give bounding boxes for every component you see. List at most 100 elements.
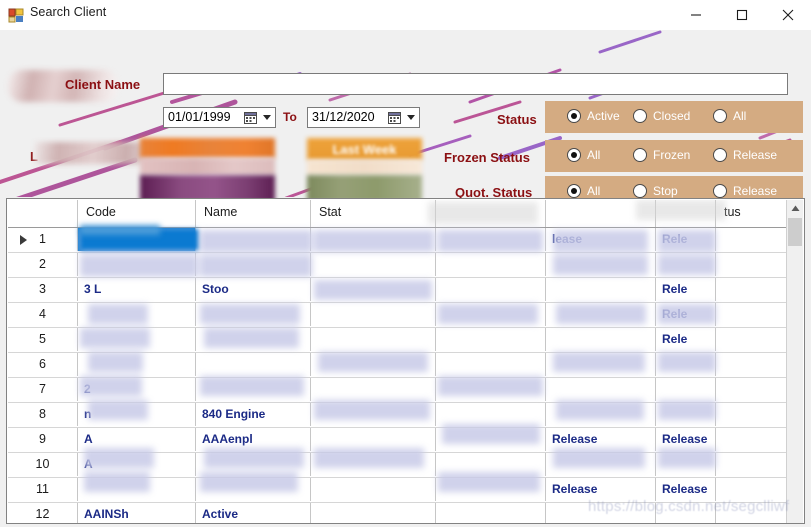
minimize-button[interactable] xyxy=(673,0,719,30)
cell-col7[interactable] xyxy=(716,303,788,326)
table-row[interactable]: 9 A AAAenpl Release Release xyxy=(8,428,788,453)
status-radio-active[interactable]: Active xyxy=(567,109,620,123)
grid-header-status[interactable]: Stat xyxy=(311,200,436,227)
cell-name[interactable] xyxy=(196,478,311,501)
cell-code[interactable] xyxy=(78,303,196,326)
row-number-cell[interactable]: 6 xyxy=(8,353,78,376)
date-to-picker[interactable]: 31/12/2020 xyxy=(307,107,420,128)
cell-frozen-status[interactable] xyxy=(546,353,656,376)
cell-frozen-status[interactable] xyxy=(546,278,656,301)
date-from-picker[interactable]: 01/01/1999 xyxy=(163,107,276,128)
cell-status[interactable] xyxy=(311,503,436,523)
quot-status-radio-stop[interactable]: Stop xyxy=(633,184,678,198)
cell-col4[interactable] xyxy=(436,253,546,276)
quot-status-radio-release[interactable]: Release xyxy=(713,184,777,198)
cell-name[interactable]: Stoo xyxy=(196,278,311,301)
cell-col7[interactable] xyxy=(716,378,788,401)
cell-col7[interactable] xyxy=(716,253,788,276)
table-row[interactable]: 8 n 840 Engine xyxy=(8,403,788,428)
cell-col4[interactable] xyxy=(436,353,546,376)
chevron-down-icon[interactable] xyxy=(407,115,415,120)
cell-frozen-status[interactable] xyxy=(546,303,656,326)
cell-name[interactable] xyxy=(196,453,311,476)
cell-quot-status[interactable]: Rele xyxy=(656,228,716,251)
cell-status[interactable] xyxy=(311,253,436,276)
cell-code[interactable]: A xyxy=(78,453,196,476)
maximize-button[interactable] xyxy=(719,0,765,30)
chevron-down-icon[interactable] xyxy=(263,115,271,120)
cell-col4[interactable] xyxy=(436,503,546,523)
redacted-button-pink[interactable] xyxy=(140,158,275,175)
cell-col4[interactable] xyxy=(436,328,546,351)
cell-col4[interactable] xyxy=(436,453,546,476)
cell-quot-status[interactable]: Rele xyxy=(656,278,716,301)
client-name-input[interactable] xyxy=(163,73,788,95)
cell-name[interactable]: Active xyxy=(196,503,311,523)
grid-header-rownum[interactable] xyxy=(8,200,78,227)
grid-header-col6[interactable] xyxy=(656,200,716,227)
frozen-status-radio-frozen[interactable]: Frozen xyxy=(633,148,690,162)
cell-status[interactable] xyxy=(311,378,436,401)
cell-status[interactable] xyxy=(311,428,436,451)
cell-status[interactable] xyxy=(311,353,436,376)
cell-name[interactable] xyxy=(196,378,311,401)
cell-col4[interactable] xyxy=(436,228,546,251)
cell-col4[interactable] xyxy=(436,278,546,301)
cell-status[interactable] xyxy=(311,453,436,476)
row-number-cell[interactable]: 9 xyxy=(8,428,78,451)
row-number-cell[interactable]: 3 xyxy=(8,278,78,301)
cell-col7[interactable] xyxy=(716,403,788,426)
scroll-up-arrow-icon[interactable] xyxy=(787,200,803,217)
cell-quot-status[interactable]: Release xyxy=(656,428,716,451)
redacted-button-cream[interactable] xyxy=(307,160,422,175)
table-row[interactable]: 6 xyxy=(8,353,788,378)
row-number-cell[interactable]: 11 xyxy=(8,478,78,501)
cell-status[interactable] xyxy=(311,328,436,351)
grid-header-code[interactable]: Code xyxy=(78,200,196,227)
cell-name[interactable] xyxy=(196,353,311,376)
table-row[interactable]: 2 xyxy=(8,253,788,278)
cell-code[interactable]: 3 L xyxy=(78,278,196,301)
cell-status[interactable] xyxy=(311,403,436,426)
cell-name[interactable] xyxy=(196,228,311,251)
cell-col7[interactable] xyxy=(716,353,788,376)
redacted-button-orange[interactable] xyxy=(140,138,275,158)
row-number-cell[interactable]: 2 xyxy=(8,253,78,276)
cell-col7[interactable] xyxy=(716,428,788,451)
cell-name[interactable] xyxy=(196,303,311,326)
cell-quot-status[interactable] xyxy=(656,453,716,476)
row-number-cell[interactable]: 8 xyxy=(8,403,78,426)
row-number-cell[interactable]: 5 xyxy=(8,328,78,351)
cell-name[interactable] xyxy=(196,253,311,276)
cell-frozen-status[interactable] xyxy=(546,403,656,426)
grid-header-col5[interactable] xyxy=(546,200,656,227)
grid-header-col7[interactable]: tus xyxy=(716,200,788,227)
cell-col4[interactable] xyxy=(436,428,546,451)
cell-status[interactable] xyxy=(311,478,436,501)
cell-col7[interactable] xyxy=(716,228,788,251)
status-radio-closed[interactable]: Closed xyxy=(633,109,690,123)
row-number-cell[interactable]: 1 xyxy=(8,228,78,251)
cell-status[interactable] xyxy=(311,278,436,301)
cell-quot-status[interactable] xyxy=(656,253,716,276)
cell-code[interactable]: A xyxy=(78,428,196,451)
cell-name[interactable] xyxy=(196,328,311,351)
scrollbar-thumb[interactable] xyxy=(788,218,802,246)
cell-frozen-status[interactable] xyxy=(546,253,656,276)
table-row[interactable]: 5 Rele xyxy=(8,328,788,353)
close-button[interactable] xyxy=(765,0,811,30)
frozen-status-radio-release[interactable]: Release xyxy=(713,148,777,162)
cell-quot-status[interactable] xyxy=(656,403,716,426)
cell-quot-status[interactable] xyxy=(656,378,716,401)
row-number-cell[interactable]: 4 xyxy=(8,303,78,326)
cell-frozen-status[interactable] xyxy=(546,453,656,476)
row-number-cell[interactable]: 12 xyxy=(8,503,78,523)
table-row[interactable]: 33 L Stoo Rele xyxy=(8,278,788,303)
quot-status-radio-all[interactable]: All xyxy=(567,184,600,198)
cell-code[interactable]: AAINSh xyxy=(78,503,196,523)
cell-col4[interactable] xyxy=(436,378,546,401)
cell-name[interactable]: AAAenpl xyxy=(196,428,311,451)
table-row[interactable]: 4 Rele xyxy=(8,303,788,328)
grid-vertical-scrollbar[interactable] xyxy=(786,200,803,523)
cell-code[interactable] xyxy=(78,478,196,501)
